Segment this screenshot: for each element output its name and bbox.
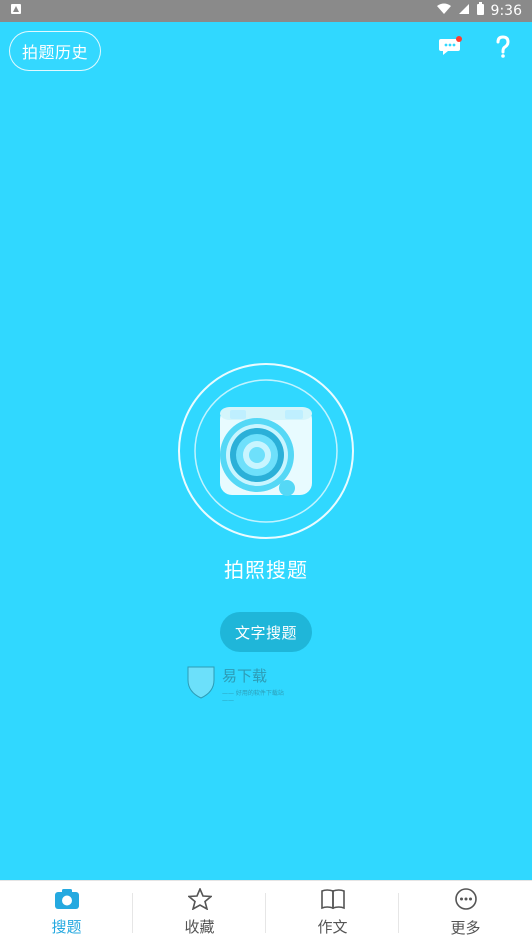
history-button[interactable]: 拍题历史 [9, 31, 101, 71]
status-time: 9:36 [490, 3, 522, 19]
more-icon [454, 887, 478, 915]
book-icon [320, 888, 346, 914]
top-icons [436, 34, 518, 64]
bottom-nav: 搜题 收藏 作文 更多 [0, 880, 532, 944]
photo-search-label[interactable]: 拍照搜题 [0, 554, 532, 583]
camera-icon [220, 407, 312, 496]
camera-icon [54, 888, 80, 914]
nav-label: 作文 [317, 918, 348, 936]
nav-item-more[interactable]: 更多 [399, 881, 532, 944]
watermark-text: 易下载 —— 好用的软件下载站 —— [222, 665, 296, 704]
shield-icon [186, 664, 216, 704]
question-icon [495, 35, 511, 63]
watermark: 易下载 —— 好用的软件下载站 —— [186, 664, 296, 704]
star-icon [186, 886, 213, 914]
chat-icon [438, 35, 464, 63]
photo-search-button[interactable] [177, 362, 355, 540]
text-search-button[interactable]: 文字搜题 [220, 612, 312, 652]
nav-label: 更多 [450, 919, 481, 937]
main-panel: 拍题历史 拍照搜题 文字搜题 易下载 —— 好用的软件下载站 —— [0, 22, 532, 880]
status-bar: 9:36 [0, 0, 532, 22]
status-right: 9:36 [436, 2, 522, 20]
nav-item-favorites[interactable]: 收藏 [133, 881, 266, 944]
help-button[interactable] [488, 34, 518, 64]
nav-item-search[interactable]: 搜题 [0, 881, 133, 944]
battery-icon [476, 2, 485, 20]
nav-label: 搜题 [51, 918, 82, 936]
nav-label: 收藏 [184, 918, 215, 936]
signal-icon [458, 3, 470, 19]
watermark-title: 易下载 [222, 666, 268, 685]
watermark-subtitle: —— 好用的软件下载站 —— [222, 689, 284, 704]
app-notification-icon [10, 3, 22, 19]
message-button[interactable] [436, 34, 466, 64]
nav-item-essay[interactable]: 作文 [266, 881, 399, 944]
wifi-icon [436, 3, 452, 19]
status-left [10, 3, 22, 19]
